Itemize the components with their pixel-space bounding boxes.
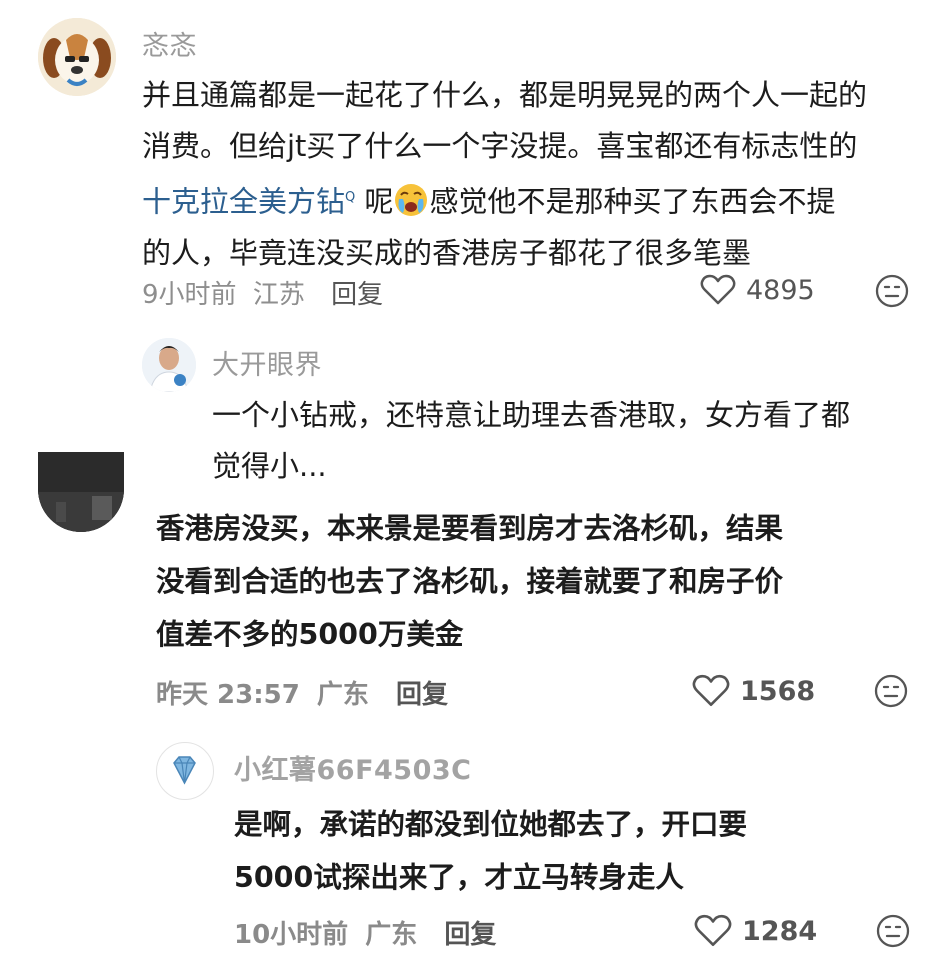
avatar[interactable] [156,742,214,800]
location: 广东 [316,680,369,710]
comment-meta: 昨天 23:57 广东 回复 [156,674,448,711]
comment-text: 香港房没买，本来景是要看到房才去洛杉矶，结果 没看到合适的也去了洛杉矶，接着就要… [156,502,936,661]
reply-button[interactable]: 回复 [396,680,448,710]
neutral-face-icon[interactable] [875,274,909,308]
timestamp: 10小时前 [234,920,349,950]
heart-outline-icon [700,274,736,305]
reply-button[interactable]: 回复 [444,920,496,950]
heart-outline-icon [694,914,732,947]
like-button[interactable]: 1284 [694,914,817,948]
comment-line: 值差不多的5000万美金 [156,618,464,651]
comment-line: 并且通篇都是一起花了什么，都是明晃晃的两个人一起的 [142,78,868,112]
comment-line-part: 呢 [355,184,394,219]
comment-line: 觉得小... [212,449,327,483]
like-count: 4895 [746,274,815,306]
username[interactable]: 小红薯66F4503C [234,748,471,787]
username[interactable]: 大开眼界 [212,343,322,382]
avatar[interactable] [38,18,116,96]
avatar[interactable] [142,338,196,392]
comment-line: 消费。但给jt买了什么一个字没提。喜宝都还有标志性的 [142,129,858,163]
location: 广东 [365,920,418,950]
comment-meta: 10小时前 广东 回复 [234,914,496,951]
search-link[interactable]: 十克拉全美方钻 [142,185,345,219]
like-count: 1284 [742,915,818,947]
comment-line: 一个小钻戒，还特意让助理去香港取，女方看了都 [212,398,851,432]
crying-face-emoji [395,183,428,216]
reply-button[interactable]: 回复 [331,280,383,310]
like-button[interactable]: 1568 [692,674,815,708]
heart-outline-icon [692,674,730,707]
comment-line-part: 感觉他不是那种买了东西会不提 [429,184,836,219]
comment-meta: 9小时前 江苏 回复 [142,274,383,311]
person-avatar-icon [142,338,196,392]
avatar[interactable] [38,452,124,532]
comment-line: 是啊，承诺的都没到位她都去了，开口要 [234,808,748,841]
comment-line: 的人，毕竟连没买成的香港房子都花了很多笔墨 [142,235,752,270]
username[interactable]: 忞忞 [142,24,197,63]
comment-line: 没看到合适的也去了洛杉矶，接着就要了和房子价 [156,565,784,598]
comment-line: 香港房没买，本来景是要看到房才去洛杉矶，结果 [156,512,784,545]
like-count: 1568 [740,675,816,707]
diamond-icon [173,756,196,785]
search-icon[interactable]: Q [345,190,355,205]
comment-text: 一个小钻戒，还特意让助理去香港取，女方看了都 觉得小... [212,390,932,492]
location: 江苏 [252,280,305,310]
neutral-face-icon[interactable] [874,674,908,708]
comment-text: 是啊，承诺的都没到位她都去了，开口要 5000试探出来了，才立马转身走人 [234,798,924,904]
dog-avatar-icon [38,18,116,96]
comment-text: 并且通篇都是一起花了什么，都是明晃晃的两个人一起的 消费。但给jt买了什么一个字… [142,70,932,279]
like-button[interactable]: 4895 [700,274,815,306]
timestamp: 9小时前 [142,280,237,310]
comment-line: 十克拉全美方钻Q 呢感觉他不是那种买了东西会不提 [142,172,932,228]
dark-photo-avatar-icon [38,452,124,532]
comment-line: 5000试探出来了，才立马转身走人 [234,861,684,894]
timestamp: 昨天 23:57 [156,680,300,710]
neutral-face-icon[interactable] [876,914,910,948]
